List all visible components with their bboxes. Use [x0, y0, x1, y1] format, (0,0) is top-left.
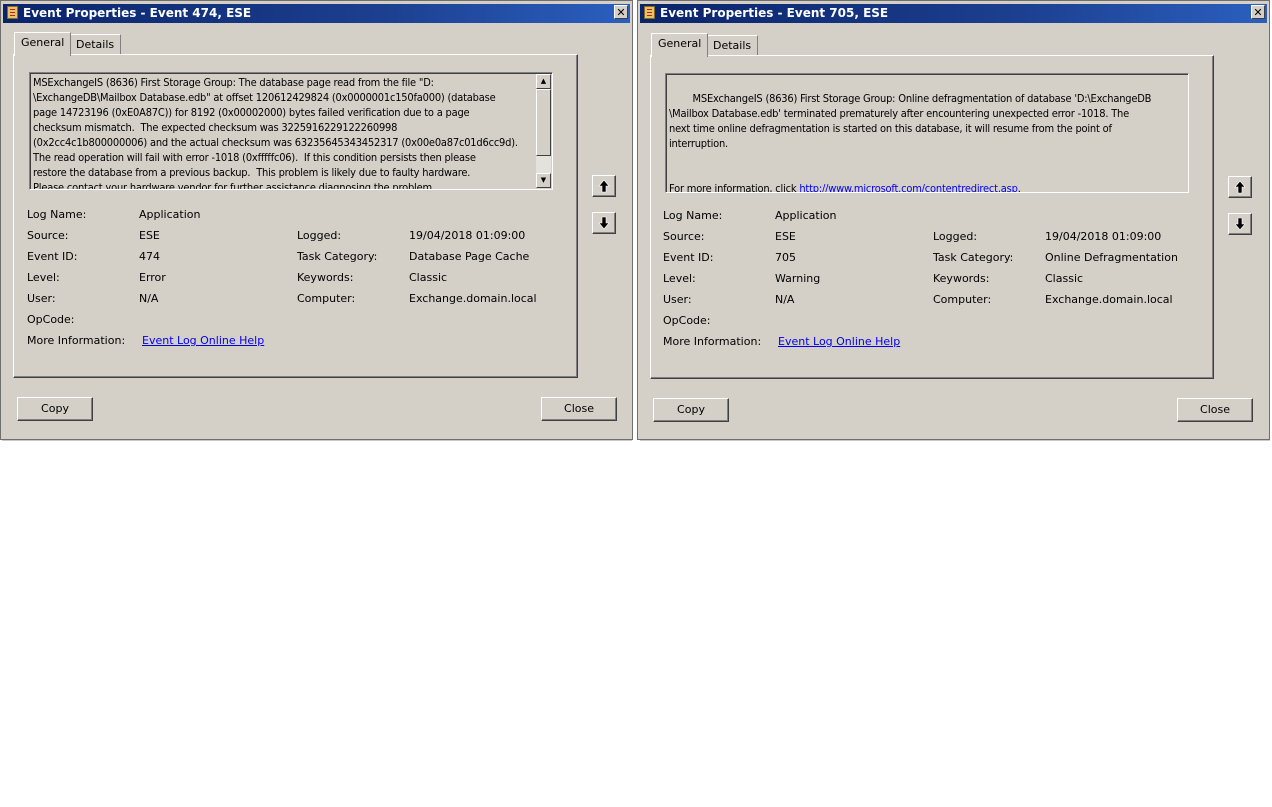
computer-label: Computer:: [933, 293, 992, 306]
event-description-body: MSExchangeIS (8636) First Storage Group:…: [669, 92, 1152, 150]
copy-button[interactable]: Copy: [653, 398, 729, 422]
event-id-label: Event ID:: [663, 251, 714, 264]
keywords-label: Keywords:: [297, 271, 354, 284]
opcode-label: OpCode:: [27, 313, 75, 326]
event-id-value: 474: [139, 250, 160, 263]
keywords-label: Keywords:: [933, 272, 990, 285]
more-information-line: For more information, click http://www.m…: [669, 181, 1184, 193]
event-properties-dialog-705: Event Properties - Event 705, ESE ✕ Gene…: [637, 0, 1270, 440]
background-row-fragment-left: [2, 440, 632, 446]
keywords-value: Classic: [409, 271, 448, 284]
more-info-prefix: For more information, click: [669, 182, 800, 193]
tab-general[interactable]: General: [651, 33, 709, 57]
more-information-label: More Information:: [663, 335, 762, 348]
scroll-up-icon[interactable]: ▲: [536, 74, 551, 89]
log-name-label: Log Name:: [663, 209, 723, 222]
more-information-label: More Information:: [27, 334, 126, 347]
scrollbar-thumb[interactable]: [536, 89, 551, 156]
close-button[interactable]: Close: [1177, 398, 1253, 422]
level-label: Level:: [663, 272, 696, 285]
logged-value: 19/04/2018 01:09:00: [1045, 230, 1162, 243]
arrow-down-icon: [1234, 217, 1246, 231]
source-label: Source:: [27, 229, 69, 242]
keywords-value: Classic: [1045, 272, 1084, 285]
source-value: ESE: [139, 229, 160, 242]
user-value: N/A: [775, 293, 795, 306]
description-scrollbar[interactable]: ▲ ▼: [536, 74, 551, 188]
event-viewer-icon: [644, 6, 655, 19]
next-event-button[interactable]: [1228, 213, 1252, 235]
next-event-button[interactable]: [592, 212, 616, 234]
task-category-label: Task Category:: [297, 250, 378, 263]
close-icon[interactable]: ✕: [1251, 5, 1265, 19]
logged-value: 19/04/2018 01:09:00: [409, 229, 526, 242]
logged-label: Logged:: [933, 230, 978, 243]
arrow-up-icon: [1234, 180, 1246, 194]
previous-event-button[interactable]: [592, 175, 616, 197]
general-panel: MSExchangeIS (8636) First Storage Group:…: [13, 54, 578, 378]
tab-general[interactable]: General: [14, 32, 72, 56]
event-id-label: Event ID:: [27, 250, 78, 263]
window-title: Event Properties - Event 705, ESE: [660, 6, 889, 20]
opcode-label: OpCode:: [663, 314, 711, 327]
user-label: User:: [663, 293, 692, 306]
computer-value: Exchange.domain.local: [409, 292, 537, 305]
event-properties-dialog-474: Event Properties - Event 474, ESE ✕ Gene…: [0, 0, 633, 440]
event-log-online-help-link[interactable]: Event Log Online Help: [142, 334, 264, 347]
title-bar[interactable]: Event Properties - Event 705, ESE ✕: [640, 4, 1267, 23]
task-category-value: Online Defragmentation: [1045, 251, 1178, 264]
user-value: N/A: [139, 292, 159, 305]
level-value: Error: [139, 271, 166, 284]
arrow-up-icon: [598, 179, 610, 193]
level-label: Level:: [27, 271, 60, 284]
event-id-value: 705: [775, 251, 796, 264]
close-icon[interactable]: ✕: [614, 5, 628, 19]
level-value: Warning: [775, 272, 821, 285]
task-category-label: Task Category:: [933, 251, 1014, 264]
window-title: Event Properties - Event 474, ESE: [23, 6, 252, 20]
scroll-down-icon[interactable]: ▼: [536, 173, 551, 188]
task-category-value: Database Page Cache: [409, 250, 530, 263]
logged-label: Logged:: [297, 229, 342, 242]
user-label: User:: [27, 292, 56, 305]
log-name-label: Log Name:: [27, 208, 87, 221]
copy-button[interactable]: Copy: [17, 397, 93, 421]
background-window-sliver: [0, 440, 1272, 446]
event-description-box[interactable]: MSExchangeIS (8636) First Storage Group:…: [29, 72, 553, 190]
event-description-box[interactable]: MSExchangeIS (8636) First Storage Group:…: [665, 73, 1189, 193]
previous-event-button[interactable]: [1228, 176, 1252, 198]
log-name-value: Application: [775, 209, 837, 222]
event-viewer-icon: [7, 6, 18, 19]
general-panel: MSExchangeIS (8636) First Storage Group:…: [650, 55, 1214, 379]
source-label: Source:: [663, 230, 705, 243]
event-description-text: MSExchangeIS (8636) First Storage Group:…: [669, 76, 1184, 193]
log-name-value: Application: [139, 208, 201, 221]
arrow-down-icon: [598, 216, 610, 230]
source-value: ESE: [775, 230, 796, 243]
tab-details[interactable]: Details: [706, 35, 759, 56]
close-button[interactable]: Close: [541, 397, 617, 421]
computer-value: Exchange.domain.local: [1045, 293, 1173, 306]
background-row-fragment-right: [640, 440, 1270, 446]
tab-details[interactable]: Details: [69, 34, 122, 55]
title-bar[interactable]: Event Properties - Event 474, ESE ✕: [3, 4, 630, 23]
computer-label: Computer:: [297, 292, 356, 305]
contentredirect-link[interactable]: http://www.microsoft.com/contentredirect…: [799, 182, 1018, 192]
more-info-suffix: .: [1017, 182, 1021, 193]
event-log-online-help-link[interactable]: Event Log Online Help: [778, 335, 900, 348]
event-description-text: MSExchangeIS (8636) First Storage Group:…: [33, 76, 518, 190]
